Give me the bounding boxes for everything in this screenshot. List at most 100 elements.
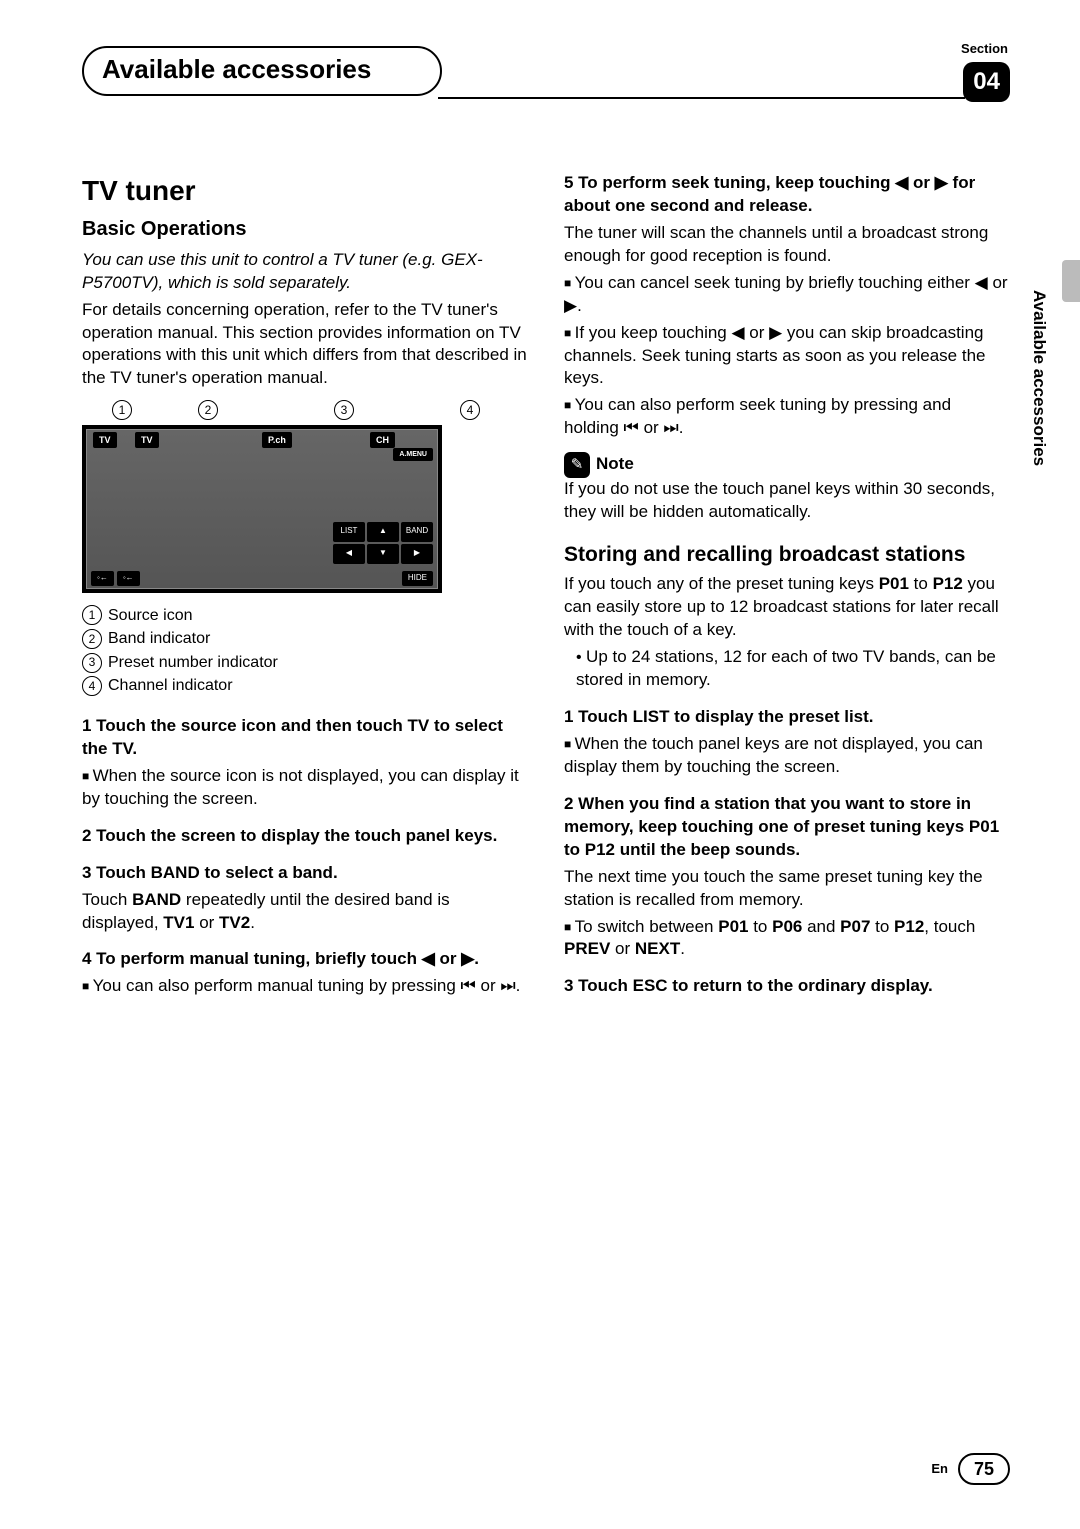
step-3-text: Touch BAND repeatedly until the desired …	[82, 889, 528, 935]
step-4-bullet: You can also perform manual tuning by pr…	[82, 975, 528, 998]
note-header: ✎ Note	[564, 452, 1010, 478]
storing-heading: Storing and recalling broadcast stations	[564, 542, 1010, 567]
screen-ch-label: CH	[370, 432, 395, 448]
screen-hide-button[interactable]: HIDE	[402, 571, 433, 586]
indicator-3-circle: 3	[334, 400, 354, 420]
screen-band-button[interactable]: BAND	[401, 522, 433, 542]
footer-lang: En	[931, 1460, 948, 1478]
screen-pch-label: P.ch	[262, 432, 292, 448]
legend-3-label: Preset number indicator	[108, 654, 278, 671]
s2l: NEXT	[635, 939, 680, 958]
s2h: P12	[894, 917, 924, 936]
step-5-bullet-2: If you keep touching ◀ or ▶ you can skip…	[564, 322, 1010, 391]
s2k: or	[610, 939, 635, 958]
step-1-heading: 1 Touch the source icon and then touch T…	[82, 715, 528, 761]
storing-bullet: Up to 24 stations, 12 for each of two TV…	[576, 646, 1010, 692]
note-label: Note	[596, 454, 634, 473]
screen-top-bar: TV TV P.ch CH A.MENU	[87, 430, 437, 452]
s2j: PREV	[564, 939, 610, 958]
sp-d: P12	[933, 574, 963, 593]
screen-right-button[interactable]: ▶	[401, 544, 433, 564]
storing-para: If you touch any of the preset tuning ke…	[564, 573, 1010, 642]
page-number: 75	[958, 1453, 1010, 1485]
note-icon: ✎	[564, 452, 590, 478]
step-3-heading: 3 Touch BAND to select a band.	[82, 862, 528, 885]
step-5-text: The tuner will scan the channels until a…	[564, 222, 1010, 268]
basic-operations-heading: Basic Operations	[82, 216, 528, 243]
s3b: BAND	[132, 890, 181, 909]
legend-2-num: 2	[82, 629, 102, 649]
tv-tuner-title: TV tuner	[82, 172, 528, 210]
legend-4-label: Channel indicator	[108, 677, 233, 694]
sp-a: If you touch any of the preset tuning ke…	[564, 574, 879, 593]
store-step-2-bullet: To switch between P01 to P06 and P07 to …	[564, 916, 1010, 962]
legend-4-num: 4	[82, 676, 102, 696]
indicator-1-circle: 1	[112, 400, 132, 420]
s3g: .	[250, 913, 255, 932]
side-tab-label: Available accessories	[1027, 290, 1050, 466]
legend-1-num: 1	[82, 605, 102, 625]
store-step-1-heading: 1 Touch LIST to display the preset list.	[564, 706, 1010, 729]
screen-amenu-label: A.MENU	[393, 448, 433, 461]
chapter-title-capsule: Available accessories	[82, 46, 442, 95]
legend-2-label: Band indicator	[108, 630, 210, 647]
screen-src-btn-1[interactable]: ◦←	[91, 571, 114, 586]
step-4-heading: 4 To perform manual tuning, briefly touc…	[82, 948, 528, 971]
screen-outer: TV TV P.ch CH A.MENU LIST ▲ BAND ◀ ▼ ▶	[82, 425, 442, 593]
s2e: and	[802, 917, 840, 936]
store-step-3-heading: 3 Touch ESC to return to the ordinary di…	[564, 975, 1010, 998]
header-rule	[438, 97, 965, 99]
step-1-bullet: When the source icon is not displayed, y…	[82, 765, 528, 811]
screen-nav-buttons: LIST ▲ BAND ◀ ▼ ▶	[333, 522, 433, 564]
screen-up-button[interactable]: ▲	[367, 522, 399, 542]
store-step-1-bullet: When the touch panel keys are not displa…	[564, 733, 1010, 779]
legend-3-num: 3	[82, 653, 102, 673]
indicator-4-circle: 4	[460, 400, 480, 420]
s2i: , touch	[924, 917, 975, 936]
content-columns: TV tuner Basic Operations You can use th…	[82, 172, 1010, 1002]
step-5-heading: 5 To perform seek tuning, keep touching …	[564, 172, 1010, 218]
screen-list-button[interactable]: LIST	[333, 522, 365, 542]
screen-down-button[interactable]: ▼	[367, 544, 399, 564]
store-step-2-heading: 2 When you find a station that you want …	[564, 793, 1010, 862]
s2f: P07	[840, 917, 870, 936]
screen-src-btn-2[interactable]: ◦←	[117, 571, 140, 586]
chapter-title: Available accessories	[102, 54, 371, 84]
intro-paragraph: For details concerning operation, refer …	[82, 299, 528, 391]
s2g: to	[870, 917, 894, 936]
legend-list: 1 Source icon 2 Band indicator 3 Preset num…	[82, 605, 528, 697]
tv-screen-figure: 1 2 3 4 TV TV P.ch CH A.MENU LIST ▲	[82, 400, 528, 592]
screen-source-icon: TV	[93, 432, 117, 448]
sp-b: P01	[879, 574, 909, 593]
legend-1-label: Source icon	[108, 607, 193, 624]
side-gray-tab	[1062, 260, 1080, 302]
s2b: P01	[718, 917, 748, 936]
indicator-2-circle: 2	[198, 400, 218, 420]
s3a: Touch	[82, 890, 132, 909]
s2m: .	[680, 939, 685, 958]
section-label: Section	[961, 40, 1010, 58]
s2c: to	[748, 917, 772, 936]
s3f: TV2	[219, 913, 250, 932]
intro-italic: You can use this unit to control a TV tu…	[82, 249, 528, 295]
s2d: P06	[772, 917, 802, 936]
step-5-bullet-1: You can cancel seek tuning by briefly to…	[564, 272, 1010, 318]
section-badge: Section 04	[961, 40, 1010, 102]
page-header: Available accessories Section 04	[82, 40, 1010, 102]
store-step-2-text: The next time you touch the same preset …	[564, 866, 1010, 912]
screen-left-button[interactable]: ◀	[333, 544, 365, 564]
screen-band-label: TV	[135, 432, 159, 448]
s2a: To switch between	[575, 917, 719, 936]
sp-c: to	[909, 574, 933, 593]
s3d: TV1	[163, 913, 194, 932]
screen-bottom-left: ◦← ◦←	[91, 571, 140, 586]
step-5-bullet-3: You can also perform seek tuning by pres…	[564, 394, 1010, 440]
left-column: TV tuner Basic Operations You can use th…	[82, 172, 528, 1002]
indicator-row: 1 2 3 4	[82, 400, 528, 420]
screen-inner: TV TV P.ch CH A.MENU LIST ▲ BAND ◀ ▼ ▶	[86, 429, 438, 589]
section-number: 04	[963, 62, 1010, 102]
right-column: 5 To perform seek tuning, keep touching …	[564, 172, 1010, 1002]
s3e: or	[194, 913, 219, 932]
note-text: If you do not use the touch panel keys w…	[564, 478, 1010, 524]
step-2-heading: 2 Touch the screen to display the touch …	[82, 825, 528, 848]
